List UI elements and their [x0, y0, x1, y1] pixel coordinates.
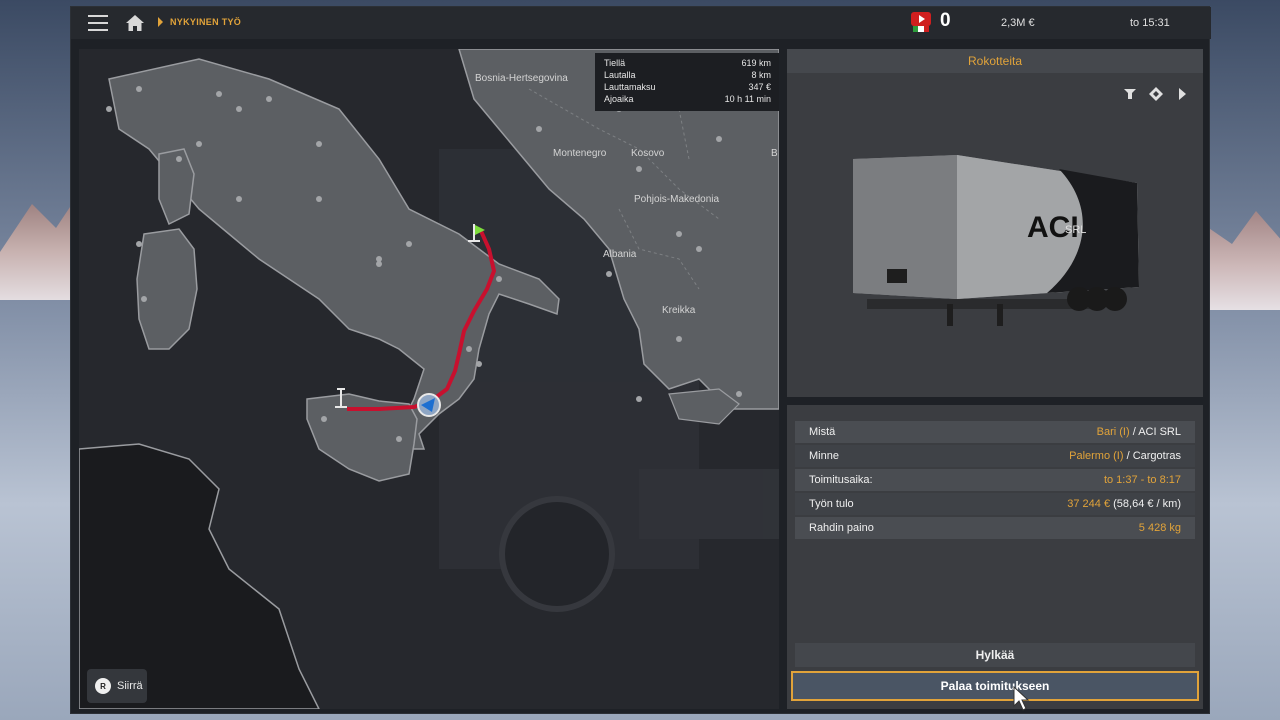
key-r-badge: R	[95, 678, 111, 694]
game-clock: to 15:31	[1130, 17, 1170, 29]
country-label: Kreikka	[662, 305, 696, 316]
detail-row-income: Työn tulo 37 244 € (58,64 € / km)	[795, 493, 1195, 515]
map-canvas	[79, 49, 779, 709]
country-label: B	[771, 148, 778, 159]
return-to-delivery-button[interactable]: Palaa toimitukseen	[791, 671, 1199, 701]
player-truck-position-icon	[417, 393, 441, 417]
money-balance: 2,3M €	[1001, 17, 1035, 29]
background-mountain-right	[1200, 211, 1280, 310]
event-flag-icon	[911, 12, 931, 32]
hamburger-menu-icon[interactable]	[88, 15, 108, 31]
play-arrow-icon[interactable]	[1175, 87, 1189, 101]
detail-row-from: Mistä Bari (I) / ACI SRL	[795, 421, 1195, 443]
route-row-drive-time: Ajoaika 10 h 11 min	[604, 94, 771, 104]
country-label: Montenegro	[553, 148, 607, 159]
route-row-ferry: Lautalla 8 km	[604, 70, 771, 80]
detail-row-delivery-time: Toimitusaika: to 1:37 - to 8:17	[795, 469, 1195, 491]
background-mountain-left	[0, 192, 80, 300]
trailer-panel: Rokotteita ACI SRL	[787, 49, 1203, 397]
top-bar: NYKYINEN TYÖ 0 2,3M € to 15:31	[71, 7, 1211, 39]
route-map[interactable]: Tiellä 619 km Lautalla 8 km Lauttamaksu 347…	[79, 49, 779, 709]
move-map-label: Siirrä	[117, 680, 143, 692]
detail-row-weight: Rahdin paino 5 428 kg	[795, 517, 1195, 539]
event-count: 0	[940, 10, 951, 31]
detail-row-to: Minne Palermo (I) / Cargotras	[795, 445, 1195, 467]
job-window: NYKYINEN TYÖ 0 2,3M € to 15:31 Tiellä 61…	[70, 6, 1211, 714]
route-row-road: Tiellä 619 km	[604, 58, 771, 68]
job-details-panel: Mistä Bari (I) / ACI SRL Minne Palermo (…	[787, 405, 1203, 709]
trailer-brand-sub-text: SRL	[1065, 224, 1086, 236]
diamond-marker-icon[interactable]	[1149, 87, 1163, 101]
mouse-cursor-icon	[1013, 686, 1030, 711]
country-label: Kosovo	[631, 148, 665, 159]
breadcrumb-current-job[interactable]: NYKYINEN TYÖ	[170, 17, 241, 27]
reject-button[interactable]: Hylkää	[795, 643, 1195, 667]
sardinia-landmass	[136, 228, 198, 350]
route-row-ferry-fee: Lauttamaksu 347 €	[604, 82, 771, 92]
country-label: Pohjois-Makedonia	[634, 194, 720, 205]
trailer-image: ACI SRL	[853, 155, 1139, 326]
country-label: Albania	[603, 249, 637, 260]
trailer-icon[interactable]	[1123, 87, 1137, 101]
trailer-tools	[1123, 87, 1189, 101]
home-icon[interactable]	[125, 14, 145, 32]
breadcrumb-arrow-icon	[158, 17, 163, 27]
cargo-title: Rokotteita	[787, 49, 1203, 73]
country-label: Bosnia-Hertsegovina	[475, 73, 568, 84]
move-map-button[interactable]: R Siirrä	[87, 669, 147, 703]
route-summary-box: Tiellä 619 km Lautalla 8 km Lauttamaksu 347…	[595, 53, 779, 111]
